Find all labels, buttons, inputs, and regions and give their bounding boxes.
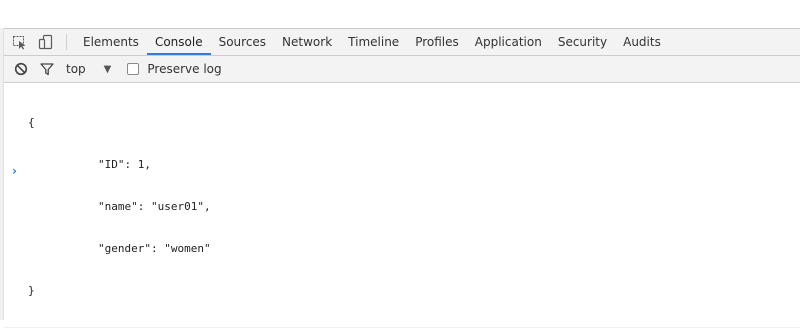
tab-timeline[interactable]: Timeline <box>340 29 407 55</box>
top-blank-area <box>0 0 800 28</box>
tab-network[interactable]: Network <box>274 29 340 55</box>
dropdown-arrow-icon[interactable]: ▼ <box>104 64 112 75</box>
inspect-element-icon[interactable] <box>10 32 30 52</box>
json-line: } <box>28 284 35 297</box>
console-message: { "ID": 1, "name": "user01", "gender": "… <box>4 84 800 328</box>
preserve-log-label[interactable]: Preserve log <box>147 62 221 76</box>
context-selector[interactable]: top <box>66 62 86 76</box>
tab-security[interactable]: Security <box>550 29 615 55</box>
preserve-log-checkbox[interactable] <box>127 63 140 75</box>
json-line: "gender": "women" <box>98 242 211 255</box>
clear-console-icon[interactable] <box>12 60 30 78</box>
tab-list: Elements Console Sources Network Timelin… <box>75 29 669 55</box>
tab-application[interactable]: Application <box>467 29 550 55</box>
toolbar-divider <box>66 34 67 50</box>
json-line: "name": "user01", <box>98 200 211 213</box>
json-line: "ID": 1, <box>98 158 151 171</box>
tab-audits[interactable]: Audits <box>615 29 669 55</box>
tab-sources[interactable]: Sources <box>211 29 274 55</box>
console-output: { "ID": 1, "name": "user01", "gender": "… <box>4 84 800 328</box>
filter-icon[interactable] <box>38 60 56 78</box>
device-mode-icon[interactable] <box>36 32 56 52</box>
console-prompt[interactable]: › <box>12 164 17 178</box>
console-toolbar: top ▼ Preserve log <box>4 56 800 83</box>
tab-elements[interactable]: Elements <box>75 29 147 55</box>
tab-console[interactable]: Console <box>146 29 211 55</box>
devtools-tabbar: Elements Console Sources Network Timelin… <box>4 28 800 56</box>
json-line: { <box>28 116 35 129</box>
tab-profiles[interactable]: Profiles <box>407 29 467 55</box>
